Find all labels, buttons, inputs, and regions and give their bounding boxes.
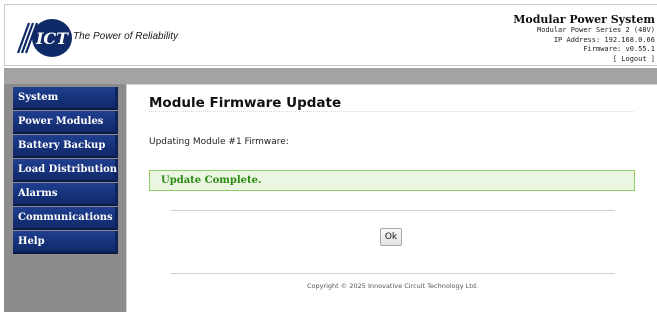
system-model: Modular Power Series 2 (48V) — [536, 26, 655, 34]
ok-button[interactable]: Ok — [380, 228, 402, 246]
page-title: Module Firmware Update — [149, 95, 342, 111]
sidebar-item-battery-backup[interactable]: Battery Backup — [13, 135, 118, 158]
copyright-text: Copyright © 2025 Innovative Circuit Tech… — [306, 282, 479, 290]
sidebar-nav: System Power Modules Battery Backup Load… — [13, 87, 118, 255]
tagline: The Power of Reliability — [73, 31, 179, 42]
success-message-box: Update Complete. — [149, 170, 635, 191]
main-content-panel: Module Firmware Update Updating Module #… — [126, 84, 657, 312]
firmware-version: Firmware: v0.55.1 — [583, 45, 655, 53]
ict-logo: ICT — [16, 19, 72, 57]
sidebar-item-system[interactable]: System — [13, 87, 118, 110]
system-info: Modular Power System Modular Power Serie… — [513, 13, 655, 64]
ip-address: IP Address: 192.168.0.66 — [553, 35, 655, 44]
sidebar-item-alarms[interactable]: Alarms — [13, 183, 118, 206]
header-bar: ICT The Power of Reliability Modular Pow… — [4, 4, 657, 66]
sidebar-item-load-distribution[interactable]: Load Distribution — [13, 159, 118, 182]
page-background-band — [4, 68, 657, 84]
divider-top — [171, 210, 615, 211]
system-title: Modular Power System — [513, 13, 655, 26]
sidebar-item-help[interactable]: Help — [13, 231, 118, 254]
sidebar-item-communications[interactable]: Communications — [13, 207, 118, 230]
success-message: Update Complete. — [161, 175, 262, 186]
title-divider — [149, 111, 634, 112]
divider-bottom — [171, 273, 615, 274]
sidebar-item-power-modules[interactable]: Power Modules — [13, 111, 118, 134]
update-status-text: Updating Module #1 Firmware: — [149, 137, 289, 147]
logout-link[interactable]: [ Logout ] — [513, 55, 655, 65]
logo-text: ICT — [35, 29, 69, 48]
